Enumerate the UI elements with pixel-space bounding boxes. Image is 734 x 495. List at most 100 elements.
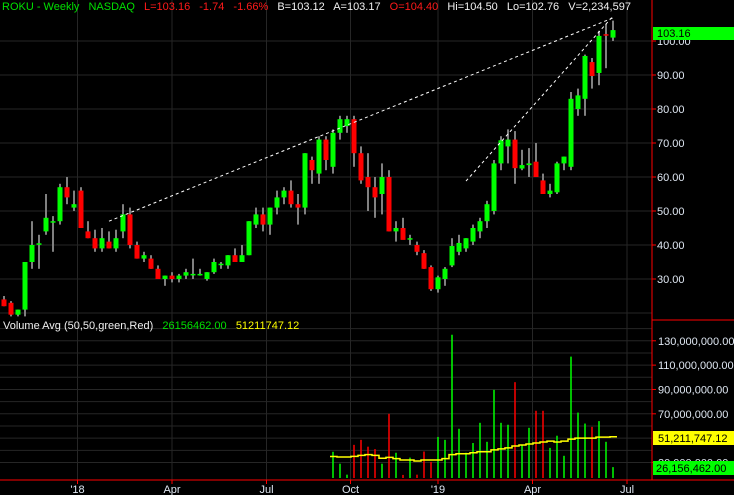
change: -1.74 <box>199 1 225 13</box>
candle-body <box>113 238 119 249</box>
price-tick-label: 80.00 <box>657 104 685 116</box>
candle-body <box>246 221 252 256</box>
bid: B=103.12 <box>277 1 325 13</box>
last-price-badge-label: 103.16 <box>657 28 691 40</box>
volume-tick-label: 130,000,000.00 <box>658 336 734 348</box>
candle-body <box>29 245 35 262</box>
candle-body <box>15 309 21 315</box>
time-tick-label: Apr <box>524 484 541 495</box>
volume-study-value: 26156462.00 <box>162 320 227 332</box>
candle-body <box>8 302 14 315</box>
candle-body <box>379 177 385 194</box>
candle-body <box>43 217 49 232</box>
candle-body <box>120 214 126 232</box>
candle-body <box>505 139 511 147</box>
candle-body <box>274 197 280 208</box>
price-tick-label: 60.00 <box>657 172 685 184</box>
candle-body <box>407 238 413 240</box>
exchange-label: NASDAQ <box>88 1 135 13</box>
candle-body <box>547 190 553 194</box>
candle-body <box>92 238 98 249</box>
volume-tick-label: 70,000,000.00 <box>658 409 728 421</box>
candle-body <box>582 55 588 99</box>
candle-body <box>477 221 483 232</box>
volume-badge-label: 26,156,462.00 <box>656 463 726 475</box>
candle-body <box>190 273 196 276</box>
last-price: L=103.16 <box>144 1 191 13</box>
symbol-label: ROKU - Weekly <box>2 1 80 13</box>
volume-study-label: Volume Avg (50,50,green,Red) <box>3 320 154 332</box>
candle-body <box>288 190 294 205</box>
candle-body <box>85 231 91 239</box>
candle-body <box>386 177 392 232</box>
volume-header: Volume Avg (50,50,green,Red) 26156462.00… <box>3 320 299 332</box>
volume-tick-label: 110,000,000.00 <box>658 360 734 372</box>
candle-body <box>561 156 567 164</box>
candle-body <box>596 35 602 73</box>
candle-body <box>337 119 343 133</box>
candle-body <box>22 262 28 310</box>
candle-body <box>281 190 287 198</box>
stock-chart[interactable]: 30.0040.0050.0060.0070.0080.0090.00100.0… <box>0 0 734 495</box>
candle-body <box>225 255 231 266</box>
candle-body <box>78 190 84 228</box>
volume-avg-value: 51211747.12 <box>235 320 300 332</box>
candle-body <box>533 161 539 177</box>
candle-body <box>463 238 469 249</box>
candle-body <box>372 187 378 198</box>
price-tick-label: 70.00 <box>657 138 685 150</box>
candle-body <box>330 132 336 167</box>
candle-body <box>421 253 427 269</box>
candle-body <box>449 246 455 266</box>
candle-body <box>134 245 140 259</box>
candle-body <box>435 277 441 290</box>
candle-body <box>428 267 434 290</box>
candle-body <box>393 228 399 232</box>
candle-body <box>64 187 70 198</box>
candle-body <box>155 268 161 279</box>
candle-body <box>540 180 546 194</box>
candle-body <box>1 299 7 307</box>
candle-body <box>99 238 105 249</box>
candle-body <box>71 204 77 208</box>
candle-body <box>603 34 609 36</box>
open: O=104.40 <box>389 1 439 13</box>
candle-body <box>162 275 168 279</box>
candle-body <box>127 214 133 245</box>
candle-body <box>512 139 518 169</box>
price-tick-label: 50.00 <box>657 206 685 218</box>
candle-body <box>414 245 420 252</box>
candle-body <box>211 262 217 273</box>
candle-body <box>309 160 315 171</box>
candle-body <box>148 258 154 269</box>
time-tick-label: '19 <box>431 484 445 495</box>
low: Lo=102.76 <box>506 1 560 13</box>
candle-body <box>260 214 266 225</box>
quote-header: ROKU - Weekly NASDAQ L=103.16 -1.74 -1.6… <box>2 1 637 13</box>
avg-badge-label: 51,211,747.12 <box>658 433 728 445</box>
candle-body <box>183 272 189 276</box>
volume: V=2,234,597 <box>568 1 631 13</box>
price-tick-label: 40.00 <box>657 240 685 252</box>
time-tick-label: Apr <box>163 484 180 495</box>
candle-body <box>589 62 595 77</box>
change-pct: -1.66% <box>233 1 269 13</box>
candle-body <box>470 228 476 242</box>
candle-body <box>456 242 462 252</box>
time-tick-label: '18 <box>70 484 84 495</box>
candle-body <box>197 273 203 276</box>
candle-body <box>610 30 616 38</box>
candle-body <box>106 241 112 249</box>
candle-body <box>57 187 63 222</box>
trendline <box>108 17 614 222</box>
time-tick-label: Jul <box>259 484 273 495</box>
candle-body <box>519 165 525 169</box>
candle-body <box>295 204 301 208</box>
candle-body <box>232 255 238 262</box>
high: Hi=104.50 <box>447 1 498 13</box>
candle-body <box>568 98 574 167</box>
candle-body <box>351 119 357 154</box>
candle-body <box>169 275 175 279</box>
candle-body <box>176 275 182 279</box>
candle-body <box>50 221 56 223</box>
